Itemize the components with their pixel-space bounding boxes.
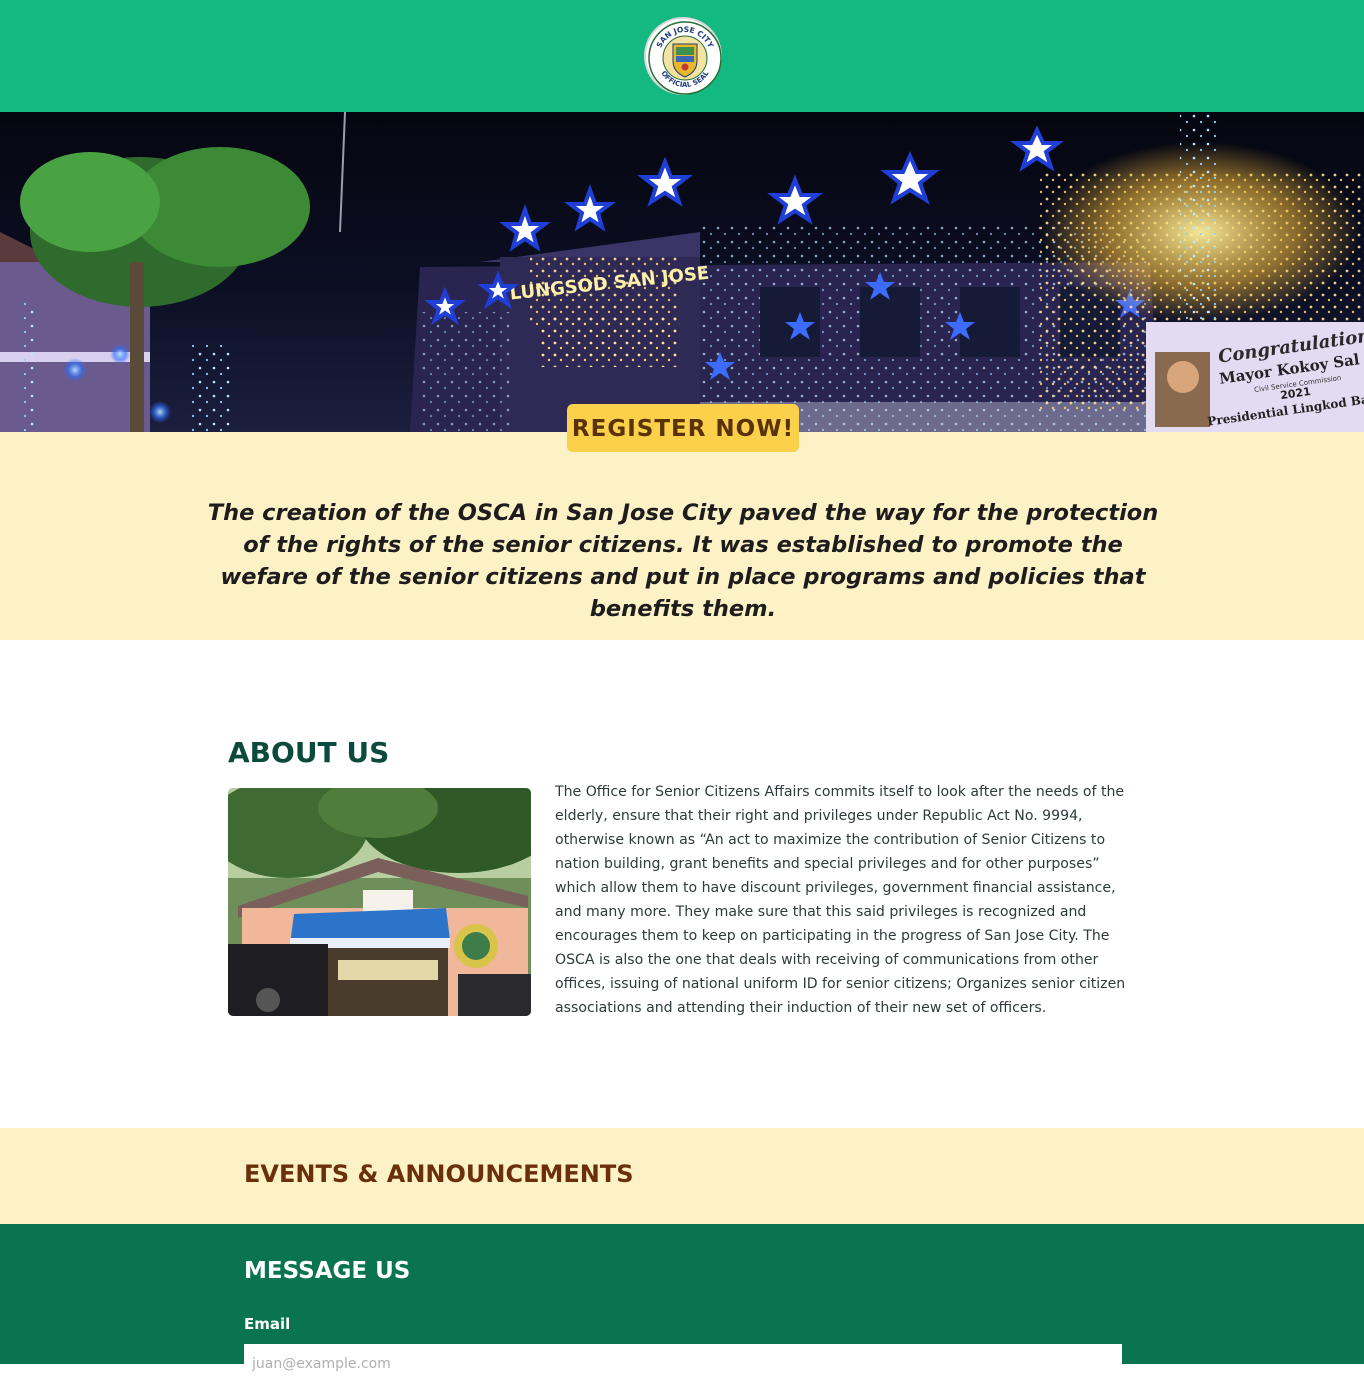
seal-emblem: SAN JOSE CITY OFFICIAL SEAL bbox=[648, 21, 722, 95]
message-us-section bbox=[0, 1224, 1364, 1364]
message-us-heading: MESSAGE US bbox=[244, 1258, 411, 1284]
email-field[interactable] bbox=[244, 1344, 1122, 1384]
city-hall-night-illustration: LUNGSOD SAN JOSE Congratulation Mayor Ko… bbox=[0, 112, 1364, 432]
office-building-illustration bbox=[228, 788, 531, 1016]
osca-office-photo bbox=[228, 788, 531, 1016]
hero-banner-image: LUNGSOD SAN JOSE Congratulation Mayor Ko… bbox=[0, 112, 1364, 432]
events-section bbox=[0, 1128, 1364, 1224]
about-us-description: The Office for Senior Citizens Affairs c… bbox=[555, 784, 1126, 1016]
mission-statement: The creation of the OSCA in San Jose Cit… bbox=[207, 500, 1159, 622]
register-now-button[interactable]: REGISTER NOW! bbox=[567, 404, 799, 452]
events-announcements-heading: EVENTS & ANNOUNCEMENTS bbox=[244, 1160, 634, 1188]
email-label: Email bbox=[244, 1315, 291, 1333]
about-us-heading: ABOUT US bbox=[228, 736, 390, 769]
city-seal-logo[interactable]: SAN JOSE CITY OFFICIAL SEAL bbox=[644, 17, 722, 95]
top-header: SAN JOSE CITY OFFICIAL SEAL bbox=[0, 0, 1364, 112]
